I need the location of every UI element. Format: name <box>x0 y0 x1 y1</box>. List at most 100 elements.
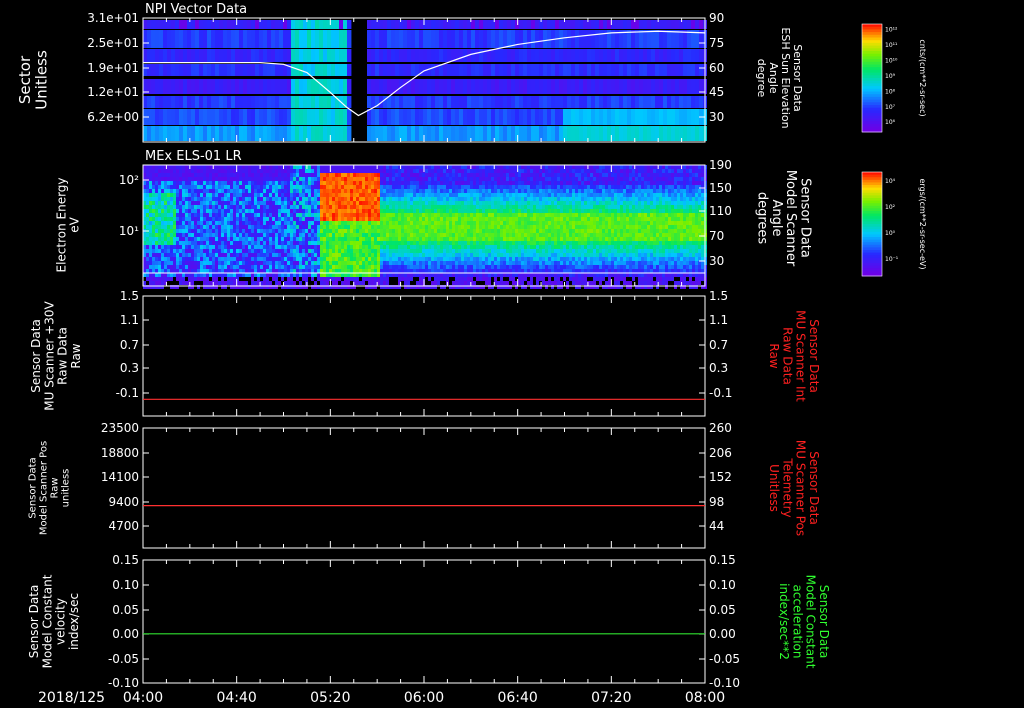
spectrogram-cell <box>506 201 509 205</box>
heatmap-cell <box>599 126 603 141</box>
heatmap-cell <box>263 96 267 108</box>
spectrogram-cell <box>374 181 377 185</box>
spectrogram-cell <box>308 257 311 261</box>
spectrogram-cell <box>329 209 332 213</box>
spectrogram-cell <box>419 261 422 265</box>
spectrogram-cell <box>458 281 461 285</box>
spectrogram-cell <box>500 189 503 193</box>
spectrogram-cell <box>446 277 449 281</box>
spectrogram-cell <box>146 221 149 225</box>
spectrogram-cell <box>446 225 449 229</box>
spectrogram-cell <box>263 233 266 237</box>
spectrogram-cell <box>176 265 179 269</box>
spectrogram-cell <box>191 225 194 229</box>
spectrogram-cell <box>356 261 359 265</box>
spectrogram-cell <box>320 265 323 269</box>
spectrogram-cell <box>242 209 245 213</box>
spectrogram-cell <box>224 237 227 241</box>
spectrogram-cell <box>239 185 242 189</box>
heatmap-cell <box>507 49 511 62</box>
spectrogram-cell <box>185 169 188 173</box>
spectrogram-cell <box>179 249 182 253</box>
spectrogram-cell <box>326 245 329 249</box>
spectrogram-cell <box>482 201 485 205</box>
heatmap-cell <box>439 20 443 29</box>
spectrogram-cell <box>383 201 386 205</box>
spectrogram-cell <box>302 273 305 277</box>
spectrogram-cell <box>482 237 485 241</box>
spectrogram-cell <box>212 277 215 281</box>
spectrogram-cell <box>167 165 170 169</box>
heatmap-cell <box>563 49 567 62</box>
spectrogram-cell <box>491 201 494 205</box>
heatmap-cell <box>611 64 615 76</box>
spectrogram-cell <box>425 197 428 201</box>
spectrogram-cell <box>158 237 161 241</box>
spectrogram-cell <box>191 265 194 269</box>
spectrogram-cell <box>233 257 236 261</box>
heatmap-cell <box>343 126 347 141</box>
heatmap-cell <box>403 49 407 62</box>
heatmap-cell <box>691 20 695 29</box>
spectrogram-cell <box>470 277 473 281</box>
spectrogram-cell <box>467 185 470 189</box>
spectrogram-cell <box>158 269 161 273</box>
spectrogram-cell <box>281 197 284 201</box>
spectrogram-cell <box>383 229 386 233</box>
spectrogram-cell <box>467 277 470 281</box>
spectrogram-cell <box>350 265 353 269</box>
spectrogram-cell <box>164 169 167 173</box>
spectrogram-cell <box>464 185 467 189</box>
spectrogram-cell <box>206 201 209 205</box>
spectrogram-cell <box>434 193 437 197</box>
spectrogram-cell <box>428 213 431 217</box>
spectrogram-cell <box>218 173 221 177</box>
heatmap-cell <box>487 109 491 125</box>
spectrogram-cell <box>182 241 185 245</box>
spectrogram-cell <box>323 257 326 261</box>
heatmap-cell <box>575 79 579 94</box>
spectrogram-cell <box>257 205 260 209</box>
spectrogram-cell <box>473 257 476 261</box>
spectrogram-cell <box>257 257 260 261</box>
heatmap-cell <box>211 109 215 125</box>
spectrogram-cell <box>218 181 221 185</box>
spectrogram-cell <box>275 197 278 201</box>
spectrogram-cell <box>383 249 386 253</box>
heatmap-cell <box>395 49 399 62</box>
heatmap-cell <box>203 126 207 141</box>
heatmap-cell <box>607 96 611 108</box>
spectrogram-cell <box>407 281 410 285</box>
spectrogram-cell <box>350 273 353 277</box>
spectrogram-cell <box>239 173 242 177</box>
spectrogram-cell <box>473 273 476 277</box>
spectrogram-cell <box>386 177 389 181</box>
spectrogram-cell <box>341 273 344 277</box>
spectrogram-cell <box>314 173 317 177</box>
spectrogram-cell <box>269 237 272 241</box>
spectrogram-cell <box>287 261 290 265</box>
spectrogram-cell <box>497 197 500 201</box>
heatmap-cell <box>155 30 159 48</box>
spectrogram-cell <box>287 217 290 221</box>
spectrogram-cell <box>443 225 446 229</box>
spectrogram-cell <box>284 217 287 221</box>
spectrogram-cell <box>269 261 272 265</box>
spectrogram-cell <box>236 181 239 185</box>
spectrogram-cell <box>425 217 428 221</box>
spectrogram-cell <box>506 197 509 201</box>
spectrogram-cell <box>410 265 413 269</box>
spectrogram-cell <box>296 277 299 281</box>
heatmap-cell <box>583 64 587 76</box>
spectrogram-cell <box>431 261 434 265</box>
heatmap-cell <box>615 64 619 76</box>
heatmap-cell <box>319 79 323 94</box>
spectrogram-cell <box>326 233 329 237</box>
heatmap-cell <box>275 49 279 62</box>
heatmap-cell <box>695 109 699 125</box>
spectrogram-cell <box>476 257 479 261</box>
spectrogram-cell <box>503 229 506 233</box>
spectrogram-cell <box>386 185 389 189</box>
spectrogram-cell <box>518 257 521 261</box>
spectrogram-cell <box>488 201 491 205</box>
